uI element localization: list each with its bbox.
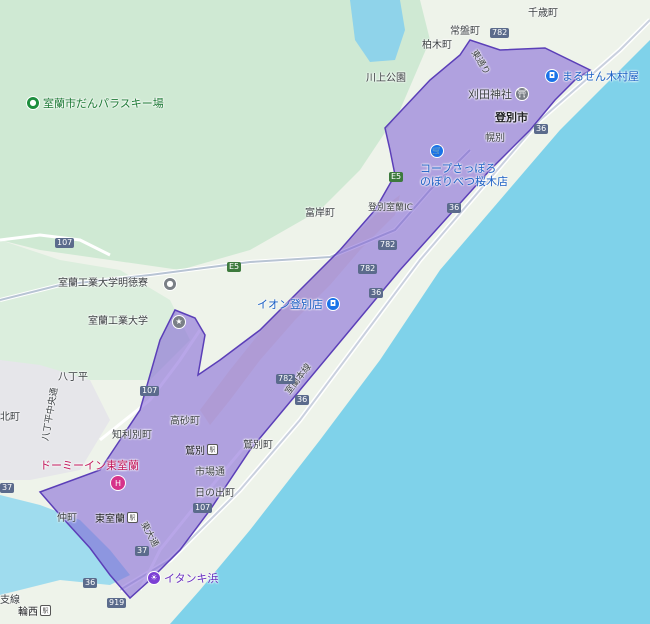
route-shield-782: 782 [276,374,296,384]
poi-ski-area[interactable]: ● 室蘭市だんパラスキー場 [26,95,164,111]
place-label-senzai: 千歳町 [528,8,558,19]
route-shield-e5: E5 [227,262,242,272]
route-shield-36: 36 [369,288,384,298]
poi-kanda-shrine[interactable]: 刈田神社 ⛩ [468,86,529,102]
school-icon: ★ [172,315,186,329]
school-icon: ● [163,277,177,291]
place-label-kawakami-park: 川上公園 [366,73,406,84]
map-canvas [0,0,650,624]
place-label-naka: 仲町 [57,513,77,524]
route-shield-36: 36 [447,203,462,213]
place-label-noboribetsu-ic: 登別室蘭IC [368,203,413,213]
place-label-kita: 北町 [0,412,20,423]
shrine-icon: ⛩ [515,87,529,101]
park-pin-icon: ● [26,96,40,110]
route-shield-37-west: 37 [0,483,15,493]
route-shield-919: 919 [107,598,127,608]
route-shield-e5: E5 [389,172,404,182]
route-shield-782: 782 [378,240,398,250]
train-station-icon: 駅 [207,444,218,455]
place-label-washibetsu-cho: 鷲別町 [243,440,273,451]
route-shield-782: 782 [358,264,378,274]
train-station-icon: 駅 [127,512,138,523]
place-label-takasago: 高砂町 [170,416,200,427]
poi-muroran-dorm[interactable]: ● [163,277,177,291]
poi-dormy-inn[interactable]: ドーミーイン東室蘭 [40,457,139,473]
route-shield-107: 107 [193,503,213,513]
route-shield-782: 782 [490,28,510,38]
route-shield-107: 107 [140,386,160,396]
route-shield-37: 37 [135,546,150,556]
place-label-tokiwa: 常盤町 [450,26,480,37]
route-shield-36: 36 [83,578,98,588]
poi-aeon[interactable]: イオン登別店 ◘ [257,296,340,312]
place-label-yachidaira: 八丁平 [58,372,88,383]
poi-coop-label-1: コープさっぽろ [420,162,497,175]
train-station-icon: 駅 [40,605,51,616]
station-higashi-muroran[interactable]: 東室蘭 駅 [95,510,138,525]
hotel-icon[interactable]: H [110,475,126,491]
place-label-muroran-dorm: 室蘭工業大学明徳寮 [58,278,148,289]
place-label-tomikishi: 富岸町 [305,208,335,219]
place-label-shiri: 支線 [0,595,20,606]
poi-coop[interactable]: 🛒 [430,144,444,158]
place-label-hinode: 日の出町 [195,488,235,499]
poi-muroran-univ[interactable]: ★ [172,315,186,329]
place-label-chiribetsu: 知利別町 [112,430,152,441]
station-wanishi[interactable]: 輪西 駅 [18,603,51,618]
route-shield-36: 36 [295,395,310,405]
place-label-horobetsu: 幌別 [485,133,505,144]
beach-icon: ☀ [147,571,161,585]
shopping-bag-icon: ◘ [326,297,340,311]
poi-coop-label-2: のぼりべつ桜木店 [420,175,508,188]
map-view[interactable]: 千歳町 常盤町 柏木町 川上公園 登別市 幌別 富岸町 八丁平 知利別町 高砂町… [0,0,650,624]
shopping-bag-icon: ◘ [545,69,559,83]
place-label-noboribetsu: 登別市 [495,111,528,124]
shopping-cart-icon: 🛒 [430,144,444,158]
station-washibetsu[interactable]: 鷲別 駅 [185,442,218,457]
place-label-ichiba: 市場通 [195,467,225,478]
place-label-kashiwagi: 柏木町 [422,40,452,51]
route-shield-107: 107 [55,238,75,248]
poi-itanki-beach[interactable]: ☀ イタンキ浜 [147,570,219,586]
route-shield-36: 36 [534,124,549,134]
poi-marusen[interactable]: ◘ まるせん木村屋 [545,68,639,84]
place-label-muroran-univ: 室蘭工業大学 [88,316,148,327]
